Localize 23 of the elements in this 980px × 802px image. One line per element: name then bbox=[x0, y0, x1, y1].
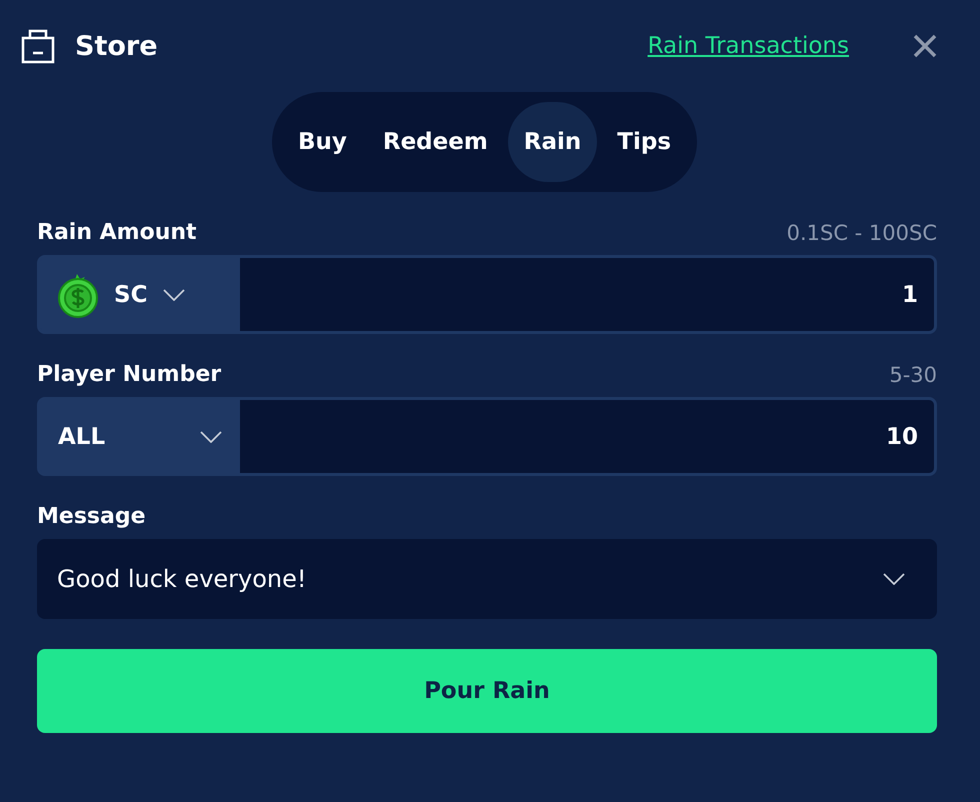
field-label: Player Number bbox=[37, 362, 222, 387]
chevron-down-icon bbox=[883, 573, 905, 585]
range-hint: 0.1SC - 100SC bbox=[786, 220, 937, 244]
rain-transactions-link[interactable]: Rain Transactions bbox=[648, 33, 849, 59]
field-label: Message bbox=[37, 504, 146, 529]
tab[interactable]: Redeem bbox=[366, 102, 504, 182]
message-dropdown[interactable]: Good luck everyone! bbox=[37, 539, 937, 619]
shopping-bag-icon bbox=[21, 28, 55, 64]
chevron-down-icon bbox=[163, 288, 186, 300]
chevron-down-icon bbox=[200, 430, 222, 442]
pour-rain-button[interactable]: Pour Rain bbox=[37, 649, 937, 733]
store-title: Store bbox=[75, 30, 159, 62]
field-label: Rain Amount bbox=[37, 220, 197, 245]
tab[interactable]: Buy bbox=[282, 102, 363, 182]
tab[interactable]: Tips bbox=[601, 102, 688, 182]
close-icon[interactable] bbox=[913, 34, 937, 58]
coin-icon bbox=[58, 272, 98, 318]
player-dropdown[interactable]: ALL bbox=[40, 400, 240, 473]
currency-dropdown[interactable]: SC bbox=[40, 258, 240, 331]
amount-input[interactable]: 1 bbox=[240, 258, 934, 331]
range-hint: 5-30 bbox=[889, 362, 937, 386]
tab[interactable]: Rain bbox=[508, 102, 598, 182]
player-number-input[interactable]: 10 bbox=[240, 400, 934, 473]
